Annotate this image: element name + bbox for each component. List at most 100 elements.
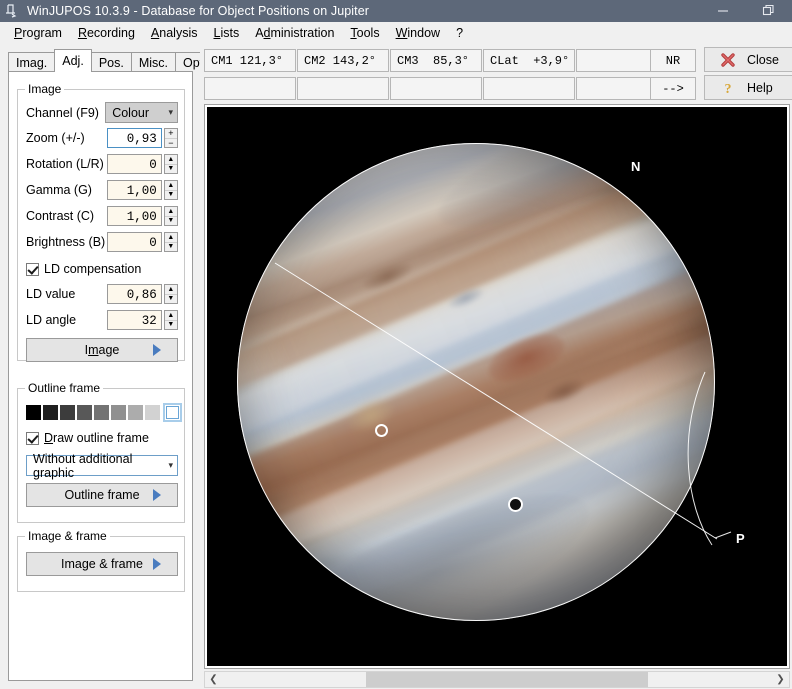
image-group-legend: Image [25,82,65,96]
swatch-0[interactable] [26,405,41,420]
cm3-readout: CM3 85,3° [390,49,482,72]
menu-tools[interactable]: Tools [342,24,387,42]
play-triangle-icon [153,558,161,570]
outline-frame-button[interactable]: Outline frame [26,483,178,507]
ld-angle-up-button[interactable]: ▲ [165,311,177,320]
cm2-readout: CM2 143,2° [297,49,389,72]
gamma-label: Gamma (G) [26,183,92,197]
scroll-left-arrow-icon[interactable]: ❮ [205,672,222,687]
status-cell-2 [297,77,389,100]
image-group: Image Channel (F9) Colour ▾ Zoom (+/-) 0… [17,82,185,362]
brightness-input[interactable]: 0 [107,232,162,252]
help-button[interactable]: ? Help [704,75,792,100]
menu-window[interactable]: Window [388,24,448,42]
rotation-input[interactable]: 0 [107,154,162,174]
brightness-stepper[interactable]: ▲ ▼ [163,232,178,252]
close-button-label: Close [747,52,779,67]
brightness-down-button[interactable]: ▼ [164,241,177,252]
swatch-1[interactable] [43,405,58,420]
tab-misc[interactable]: Misc. [130,52,176,72]
rotation-up-button[interactable]: ▲ [165,155,177,164]
image-and-frame-button[interactable]: Image & frame [26,552,178,576]
tab-imag[interactable]: Imag. [8,52,56,72]
ld-value-row: LD value 0,86 ▲ ▼ [26,284,178,304]
rotation-stepper[interactable]: ▲ ▼ [163,154,178,174]
draw-outline-frame-checkbox-box[interactable] [26,431,39,445]
minimize-icon[interactable] [700,0,746,22]
svg-text:?: ? [725,82,732,96]
tab-adj[interactable]: Adj. [54,49,92,72]
yellow-question-icon: ? [717,80,739,96]
jupiter-disk [237,143,715,621]
restore-icon[interactable] [746,0,792,22]
close-button[interactable]: Close [704,47,792,72]
brightness-label: Brightness (B) [26,235,106,249]
window-controls [700,0,792,22]
tab-pos[interactable]: Pos. [90,52,132,72]
swatch-6[interactable] [128,405,143,420]
swatch-5[interactable] [111,405,126,420]
menu-analysis[interactable]: Analysis [143,24,206,42]
contrast-input[interactable]: 1,00 [107,206,162,226]
swatch-2[interactable] [60,405,75,420]
swatch-3[interactable] [77,405,92,420]
gamma-up-button[interactable]: ▲ [165,181,177,190]
rotation-down-button[interactable]: ▼ [164,163,177,174]
ld-angle-down-button[interactable]: ▼ [164,319,177,330]
scrollbar-track[interactable] [222,672,772,687]
gamma-input[interactable]: 1,00 [107,180,162,200]
channel-value: Colour [112,105,150,120]
ld-value-down-button[interactable]: ▼ [164,293,177,304]
additional-graphic-value: Without additional graphic [33,451,133,480]
menu-recording[interactable]: Recording [70,24,143,42]
arrow-button[interactable]: --> [650,77,696,100]
horizontal-scrollbar[interactable]: ❮ ❯ [204,671,790,688]
ld-compensation-checkbox[interactable]: LD compensation [26,262,141,276]
gamma-stepper[interactable]: ▲ ▼ [163,180,178,200]
ld-value-up-button[interactable]: ▲ [165,285,177,294]
ld-value-input[interactable]: 0,86 [107,284,162,304]
swatch-4[interactable] [94,405,109,420]
brightness-up-button[interactable]: ▲ [165,233,177,242]
ld-compensation-label: LD compensation [44,262,142,276]
draw-outline-frame-checkbox[interactable]: Draw outline frame [26,431,149,445]
contrast-up-button[interactable]: ▲ [165,207,177,216]
gamma-down-button[interactable]: ▼ [164,189,177,200]
scroll-right-arrow-icon[interactable]: ❯ [772,672,789,687]
title-bar: WinJUPOS 10.3.9 - Database for Object Po… [0,0,792,22]
channel-label: Channel (F9) [26,105,99,120]
swatch-7[interactable] [145,405,160,420]
ld-angle-input[interactable]: 32 [107,310,162,330]
swatch-8-selected[interactable] [163,403,182,422]
menu-help[interactable]: ? [448,24,471,42]
outline-frame-group: Outline frame Draw outline frame Without… [17,381,185,523]
clat-readout: CLat +3,9° [483,49,575,72]
ld-value-stepper[interactable]: ▲ ▼ [163,284,178,304]
shadow-transit-marker[interactable] [508,497,523,512]
zoom-minus-button[interactable]: − [164,138,177,148]
menu-administration[interactable]: Administration [247,24,342,42]
zoom-plus-button[interactable]: + [165,129,177,138]
image-and-frame-button-label: Image & frame [61,557,143,571]
ld-angle-stepper[interactable]: ▲ ▼ [163,310,178,330]
top-toolbar: CM1 121,3° CM2 143,2° CM3 85,3° CLat +3,… [200,44,792,102]
image-button[interactable]: Image [26,338,178,362]
contrast-stepper[interactable]: ▲ ▼ [163,206,178,226]
satellite-marker[interactable] [375,424,388,437]
rotation-row: Rotation (L/R) 0 ▲ ▼ [26,154,178,174]
image-canvas[interactable]: N P [207,107,787,666]
scrollbar-thumb[interactable] [366,672,648,687]
menu-program[interactable]: Program [6,24,70,42]
channel-select[interactable]: Colour ▾ [105,102,178,123]
chevron-down-icon: ▾ [168,107,173,117]
nr-button[interactable]: NR [650,49,696,72]
zoom-stepper[interactable]: + − [163,128,178,148]
ld-compensation-checkbox-box[interactable] [26,262,39,276]
position-angle-label: P [736,531,745,546]
additional-graphic-select[interactable]: Without additional graphic ▾ [26,452,178,480]
contrast-down-button[interactable]: ▼ [164,215,177,226]
play-triangle-icon [153,489,161,501]
zoom-input[interactable]: 0,93 [107,128,162,148]
menu-lists[interactable]: Lists [205,24,247,42]
winjupos-icon [5,3,21,19]
